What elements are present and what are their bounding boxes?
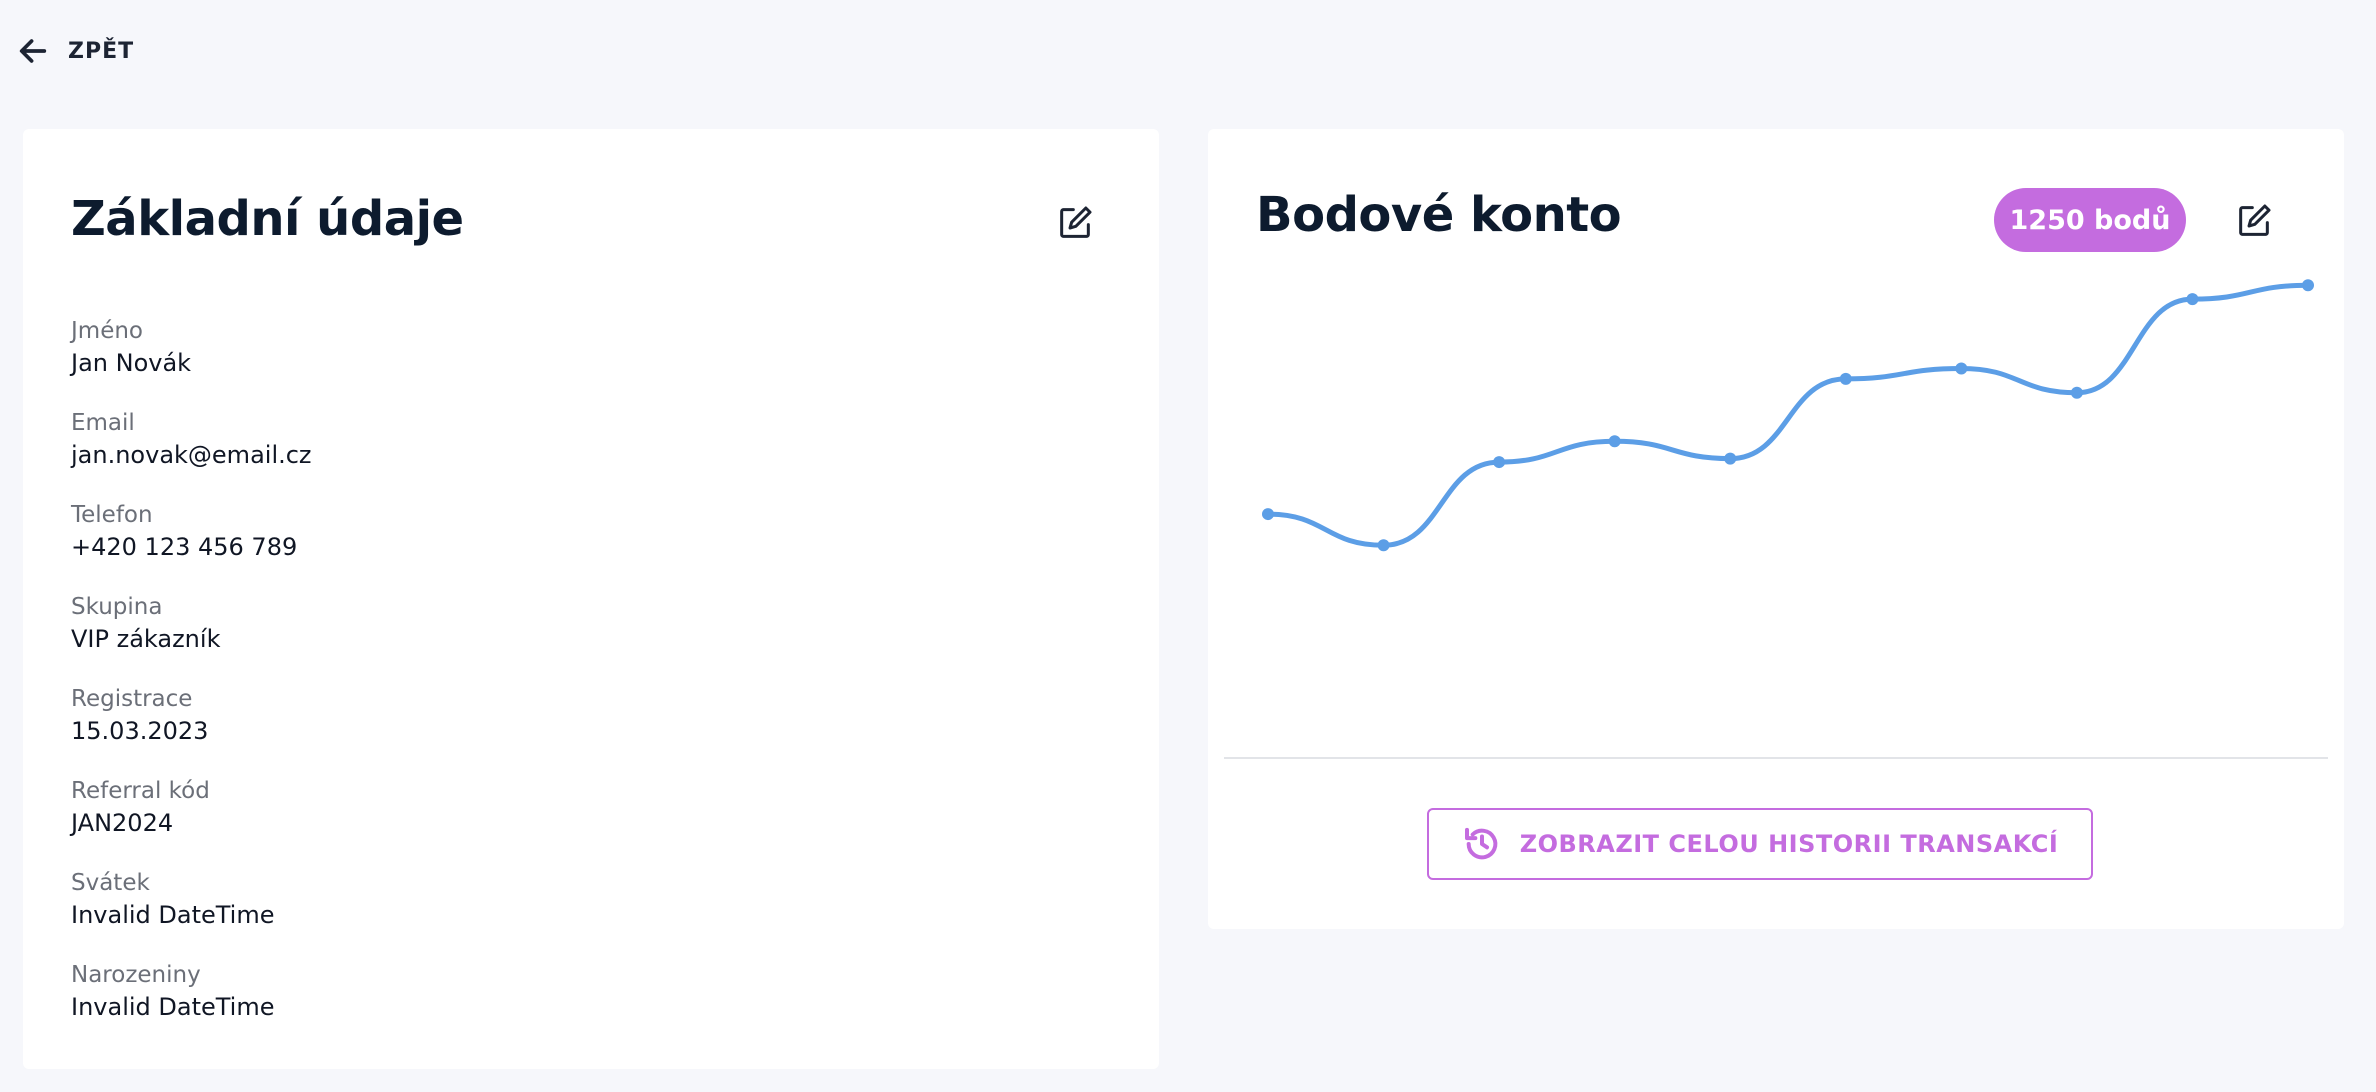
field-narozeniny: Narozeniny Invalid DateTime xyxy=(71,959,312,1051)
show-history-button[interactable]: ZOBRAZIT CELOU HISTORII TRANSAKCÍ xyxy=(1427,808,2093,880)
basic-info-fields: Jméno Jan Novák Email jan.novak@email.cz… xyxy=(71,315,312,1051)
edit-basic-info-button[interactable] xyxy=(1053,201,1097,245)
data-point-9 xyxy=(2302,279,2314,292)
field-value: Invalid DateTime xyxy=(71,901,275,929)
field-email: Email jan.novak@email.cz xyxy=(71,407,312,499)
arrow-left-icon xyxy=(19,39,47,63)
history-icon xyxy=(1464,827,1497,860)
data-point-3 xyxy=(1608,435,1621,448)
field-value: Invalid DateTime xyxy=(71,993,275,1021)
basic-info-title: Základní údaje xyxy=(71,191,464,247)
data-point-1 xyxy=(1377,539,1390,552)
points-card: Bodové konto 1250 bodů ZOBRAZIT CELOU HI… xyxy=(1208,129,2344,929)
edit-icon xyxy=(1060,206,1092,238)
history-button-label: ZOBRAZIT CELOU HISTORII TRANSAKCÍ xyxy=(1519,830,2059,858)
field-label: Jméno xyxy=(71,318,143,344)
field-label: Narozeniny xyxy=(71,962,201,988)
field-registrace: Registrace 15.03.2023 xyxy=(71,683,312,775)
data-point-7 xyxy=(2070,386,2083,399)
field-label: Svátek xyxy=(71,870,150,896)
field-jmeno: Jméno Jan Novák xyxy=(71,315,312,407)
data-point-8 xyxy=(2186,293,2199,306)
field-value: VIP zákazník xyxy=(71,625,221,653)
field-value: 15.03.2023 xyxy=(71,717,209,745)
back-button[interactable]: ZPĚT xyxy=(16,34,134,68)
data-point-2 xyxy=(1493,456,1506,469)
field-label: Email xyxy=(71,410,135,436)
field-value: Jan Novák xyxy=(71,349,192,377)
field-value: JAN2024 xyxy=(71,809,174,837)
field-value: jan.novak@email.cz xyxy=(71,441,312,469)
back-label: ZPĚT xyxy=(68,38,135,64)
field-label: Referral kód xyxy=(71,778,210,804)
data-point-5 xyxy=(1839,372,1852,385)
field-telefon: Telefon +420 123 456 789 xyxy=(71,499,312,591)
data-point-0 xyxy=(1262,508,1274,521)
field-skupina: Skupina VIP zákazník xyxy=(71,591,312,683)
field-svatek: Svátek Invalid DateTime xyxy=(71,867,312,959)
data-point-4 xyxy=(1724,452,1737,465)
basic-info-card: Základní údaje Jméno Jan Novák Email jan… xyxy=(23,129,1159,1069)
field-label: Registrace xyxy=(71,686,193,712)
field-label: Skupina xyxy=(71,594,163,620)
series-line xyxy=(1265,282,2311,548)
data-point-6 xyxy=(1955,362,1968,375)
field-label: Telefon xyxy=(71,502,153,528)
field-value: +420 123 456 789 xyxy=(71,533,298,561)
chart-divider xyxy=(1224,757,2328,759)
field-referral-kod: Referral kód JAN2024 xyxy=(71,775,312,867)
